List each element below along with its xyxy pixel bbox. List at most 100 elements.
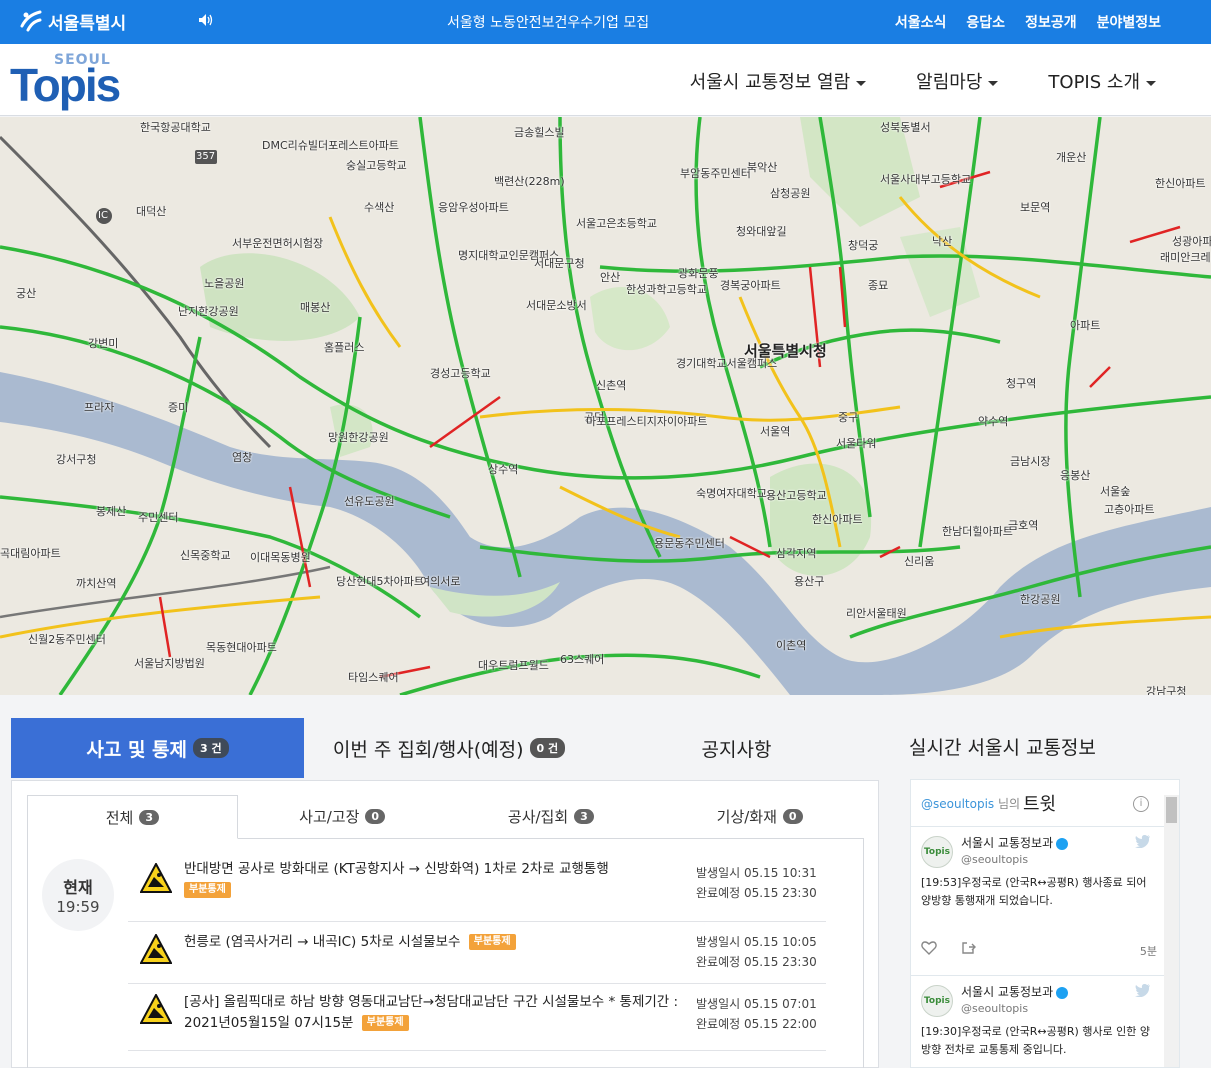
incident-item[interactable]: 헌릉로 (염곡사거리 → 내곡IC) 5차로 시설물보수 부분통제 발생일시 0…: [128, 922, 826, 984]
map-label: 응암우성아파트: [438, 201, 509, 214]
incidents-panel: 전체 3 사고/고장 0 공사/집회 3 기상/화재 0 현재 19:59 반대…: [11, 780, 879, 1068]
seoul-city-logo[interactable]: 서울특별시: [18, 8, 126, 34]
twitter-timeline: @seoultopis 님의 트윗 i Topis 서울시 교통정보과 @seo…: [910, 779, 1180, 1068]
link-seoul-news[interactable]: 서울소식: [895, 12, 947, 32]
map-label: 아파트: [1070, 319, 1101, 332]
twitter-handle-link[interactable]: @seoultopis: [921, 797, 994, 811]
nav-traffic-info[interactable]: 서울시 교통정보 열람: [690, 68, 867, 94]
map-label: 당산현대5차아파트: [336, 575, 424, 588]
tab-events[interactable]: 이번 주 집회/행사(예정) 0 건: [304, 718, 594, 778]
city-hall-label: 서울특별시청: [744, 342, 827, 360]
subtab-accidents[interactable]: 사고/고장 0: [238, 795, 447, 838]
map-label: 한강공원: [1020, 593, 1061, 606]
top-bar: 서울특별시 서울형 노동안전보건우수기업 모집 서울소식 응답소 정보공개 분야…: [0, 0, 1211, 44]
realtime-traffic-title: 실시간 서울시 교통정보: [909, 737, 1096, 759]
tweet-author[interactable]: 서울시 교통정보과: [961, 834, 1069, 851]
heart-icon[interactable]: [921, 941, 937, 955]
tweet-author[interactable]: 서울시 교통정보과: [961, 983, 1069, 1000]
incident-item[interactable]: 반대방면 공사로 방화대로 (KT공항지사 → 신방화역) 1차로 2차로 교행…: [128, 859, 826, 922]
incident-occurred: 발생일시 05.15 10:05: [696, 935, 817, 949]
link-info-disclosure[interactable]: 정보공개: [1025, 12, 1077, 32]
tab-incidents[interactable]: 사고 및 통제 3 건: [11, 718, 304, 778]
twitter-bird-icon[interactable]: [1135, 834, 1151, 848]
chevron-down-icon: [856, 80, 867, 86]
map-label: 상수역: [488, 463, 519, 476]
map-label: 마포프레스티지자이아파트: [586, 415, 708, 428]
subtab-construction-label: 공사/집회: [507, 808, 569, 826]
chevron-down-icon: [1146, 80, 1156, 86]
map-label: 한국항공대학교: [140, 121, 211, 134]
warning-construction-icon: [140, 994, 172, 1024]
incident-dates: 발생일시 05.15 10:31 완료예정 05.15 23:30: [696, 863, 817, 903]
incident-expected: 완료예정 05.15 23:30: [696, 886, 817, 900]
avatar[interactable]: Topis: [921, 836, 953, 868]
twitter-header: @seoultopis 님의 트윗 i: [911, 780, 1179, 827]
map-label: 대덕산: [136, 205, 167, 218]
map-label: 난지한강공원: [178, 305, 239, 318]
avatar[interactable]: Topis: [921, 985, 953, 1017]
map-label: 경성고등학교: [430, 367, 491, 380]
scrollbar-thumb[interactable]: [1166, 797, 1177, 823]
map-label: 삼각지역: [776, 547, 817, 560]
nav-about-topis[interactable]: TOPIS 소개: [1048, 68, 1156, 94]
subtab-weather-count: 0: [782, 809, 803, 824]
main-nav: 서울시 교통정보 열람 알림마당 TOPIS 소개: [690, 68, 1156, 94]
topis-logo[interactable]: SEOUL Topis: [10, 52, 135, 111]
link-eungdapso[interactable]: 응답소: [966, 12, 1005, 32]
map-label: 신촌역: [596, 379, 627, 392]
subtab-accidents-label: 사고/고장: [299, 808, 360, 826]
tweet-handle[interactable]: @seoultopis: [961, 853, 1028, 866]
tab-incidents-count: 3 건: [193, 738, 229, 758]
tab-notices-label: 공지사항: [701, 738, 772, 761]
tweet-handle[interactable]: @seoultopis: [961, 1002, 1028, 1015]
subtab-accidents-count: 0: [365, 809, 386, 824]
incident-text: 반대방면 공사로 방화대로 (KT공항지사 → 신방화역) 1차로 2차로 교행…: [184, 859, 684, 901]
traffic-map[interactable]: 357 IC 한국항공대학교 금송힐스빌 DMC리슈빌더포레스트아파트 숭실고등…: [0, 117, 1211, 695]
incident-description: [공사] 올림픽대로 하남 방향 영동대교남단→청담대교남단 구간 시설물보수 …: [184, 994, 679, 1031]
tweet-body: [19:30]우정국로 (안국R↔공평R) 행사로 인한 양방향 전차로 교통통…: [921, 1025, 1151, 1056]
map-label: 서대문구청: [534, 257, 585, 270]
twitter-bird-icon[interactable]: [1135, 983, 1151, 997]
tab-notices[interactable]: 공지사항: [594, 718, 879, 778]
tweet-time[interactable]: 5분: [1140, 943, 1157, 959]
map-label: 고층아파트: [1104, 503, 1155, 516]
notice-ticker[interactable]: 서울형 노동안전보건우수기업 모집: [447, 12, 649, 32]
incident-item[interactable]: [공사] 올림픽대로 하남 방향 영동대교남단→청담대교남단 구간 시설물보수 …: [128, 984, 826, 1051]
share-icon[interactable]: [961, 941, 977, 955]
nav-notices[interactable]: 알림마당: [916, 68, 999, 94]
tweet[interactable]: Topis 서울시 교통정보과 @seoultopis [19:30]우정국로 …: [911, 977, 1165, 1067]
subtab-weather[interactable]: 기상/화재 0: [655, 795, 864, 838]
map-label: 이촌역: [776, 639, 807, 652]
seoul-city-logo-text: 서울특별시: [48, 13, 127, 34]
map-label: 망원한강공원: [328, 431, 389, 444]
twitter-account[interactable]: @seoultopis 님의: [921, 795, 1020, 812]
map-label: 낙산: [932, 235, 953, 248]
tweet[interactable]: Topis 서울시 교통정보과 @seoultopis [19:53]우정국로 …: [911, 828, 1165, 976]
map-label: 청와대앞길: [736, 225, 787, 238]
map-label: 매봉산: [300, 301, 331, 314]
map-label: 프라자: [84, 401, 115, 414]
map-label: 서울사대부고등학교: [880, 173, 972, 186]
map-label: 63스퀘어: [560, 653, 605, 666]
link-field-info[interactable]: 분야별정보: [1097, 12, 1161, 32]
info-icon[interactable]: i: [1133, 796, 1149, 812]
subtab-weather-label: 기상/화재: [716, 808, 777, 826]
map-label: 경복궁아파트: [720, 279, 781, 292]
tweet-author-name: 서울시 교통정보과: [961, 985, 1054, 999]
map-label: 금호역: [1008, 519, 1039, 532]
incident-subtabs: 전체 3 사고/고장 0 공사/집회 3 기상/화재 0: [27, 795, 864, 839]
map-label: 보문역: [1020, 201, 1051, 214]
map-label: 서울고은초등학교: [576, 217, 657, 230]
incident-dates: 발생일시 05.15 10:05 완료예정 05.15 23:30: [696, 932, 817, 972]
twitter-scrollbar[interactable]: [1164, 795, 1179, 1067]
subtab-construction[interactable]: 공사/집회 3: [447, 795, 656, 838]
subtab-all[interactable]: 전체 3: [27, 795, 238, 839]
tweets-label: 트윗: [1023, 794, 1057, 815]
speaker-icon[interactable]: [198, 13, 214, 27]
ic-marker: IC: [98, 210, 108, 221]
route-357-shield: 357: [196, 151, 216, 162]
incident-occurred: 발생일시 05.15 07:01: [696, 997, 817, 1011]
map-label: 서울역: [760, 425, 791, 438]
map-label: 성북동별서: [880, 121, 931, 134]
map-label: 금남시장: [1010, 455, 1051, 468]
